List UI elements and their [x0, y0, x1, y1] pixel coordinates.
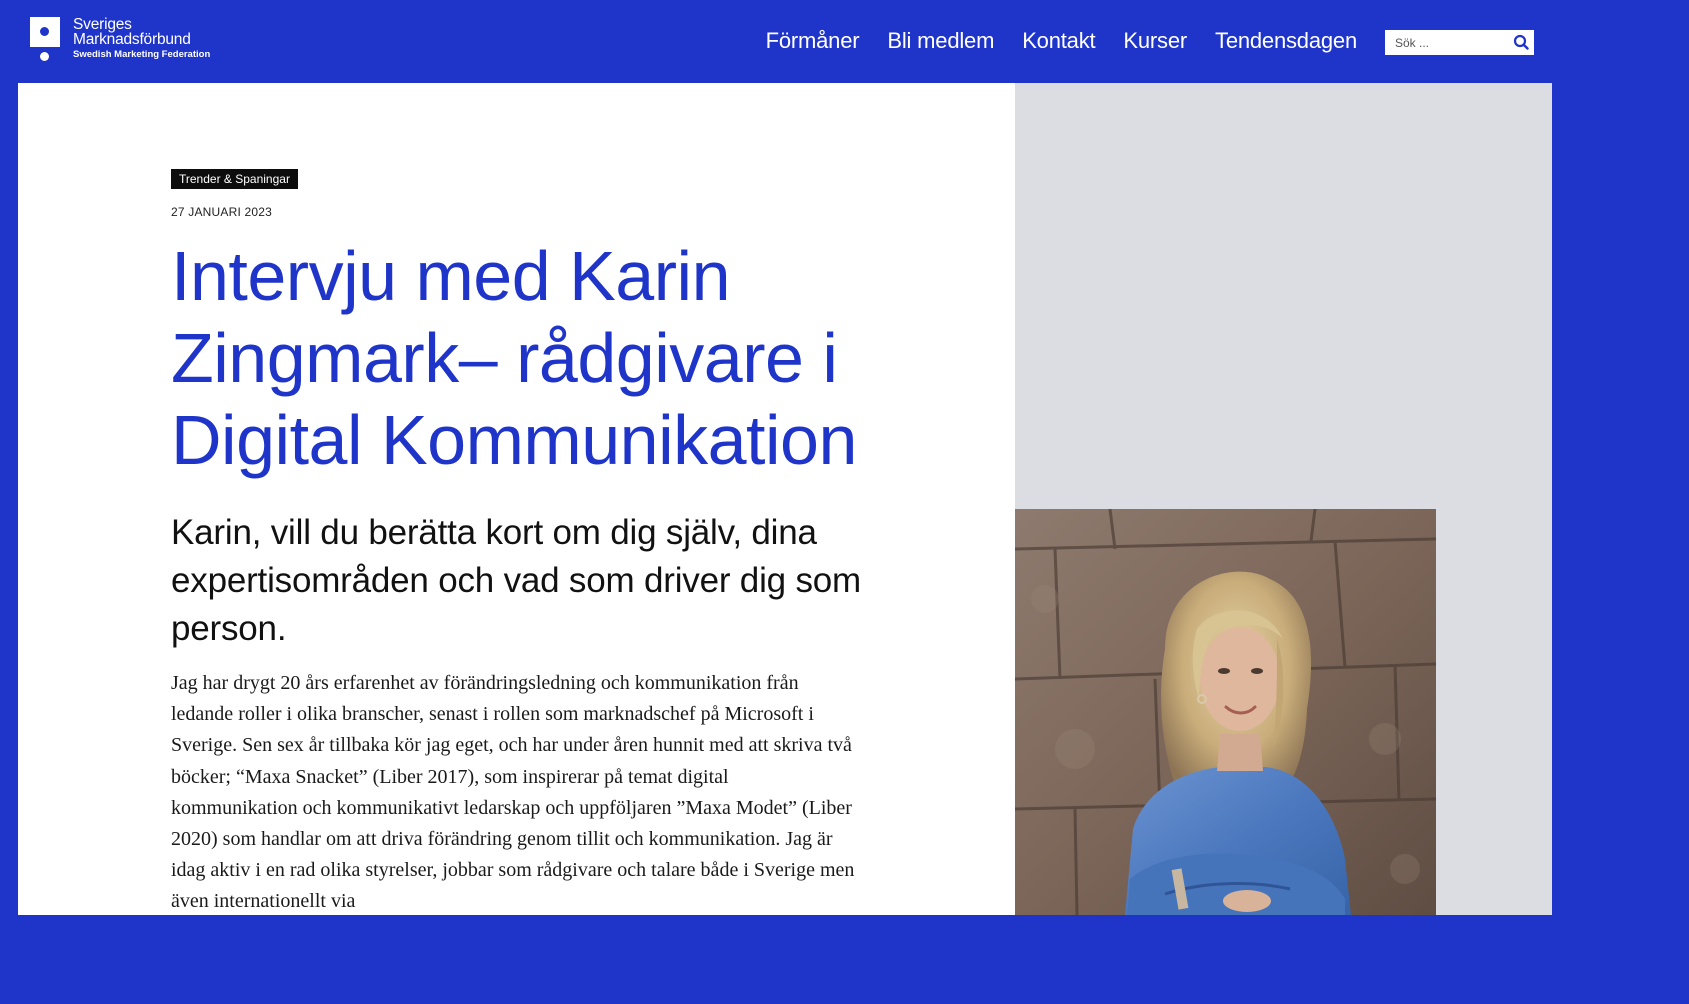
nav-item-formaner[interactable]: Förmåner	[766, 27, 860, 55]
nav-item-bli-medlem[interactable]: Bli medlem	[887, 27, 994, 55]
portrait-illustration	[1015, 509, 1436, 915]
article-body: Jag har drygt 20 års erfarenhet av förän…	[171, 672, 855, 913]
nav-item-tendensdagen[interactable]: Tendensdagen	[1215, 27, 1357, 55]
logo-line-3: Swedish Marketing Federation	[73, 49, 211, 60]
main-nav: Förmåner Bli medlem Kontakt Kurser Tende…	[766, 27, 1358, 55]
search-button[interactable]	[1511, 32, 1532, 53]
logo-line-1: Sveriges	[73, 16, 132, 33]
search-icon	[1513, 34, 1529, 50]
interview-question: Karin, vill du berätta kort om dig själv…	[171, 513, 861, 648]
article-main: Trender & Spaningar 27 JANUARI 2023 Inte…	[18, 83, 1015, 915]
article-date: 27 JANUARI 2023	[171, 205, 273, 219]
category-tag[interactable]: Trender & Spaningar	[171, 169, 298, 189]
logo-text: Sveriges Marknadsförbund Swedish Marketi…	[73, 17, 210, 62]
logo-mark-icon	[30, 17, 60, 47]
search-input[interactable]	[1385, 30, 1509, 55]
logo-line-2: Marknadsförbund	[73, 31, 191, 48]
article-sidebar	[1015, 83, 1552, 915]
article-title: Intervju med Karin Zingmark– rådgivare i…	[171, 237, 857, 479]
nav-item-kontakt[interactable]: Kontakt	[1022, 27, 1095, 55]
search-box	[1385, 30, 1534, 55]
portrait-photo	[1015, 509, 1436, 915]
site-header: Sveriges Marknadsförbund Swedish Marketi…	[0, 0, 1568, 83]
site-logo[interactable]: Sveriges Marknadsförbund Swedish Marketi…	[30, 17, 230, 63]
logo-dot-icon	[40, 52, 49, 61]
nav-item-kurser[interactable]: Kurser	[1123, 27, 1187, 55]
